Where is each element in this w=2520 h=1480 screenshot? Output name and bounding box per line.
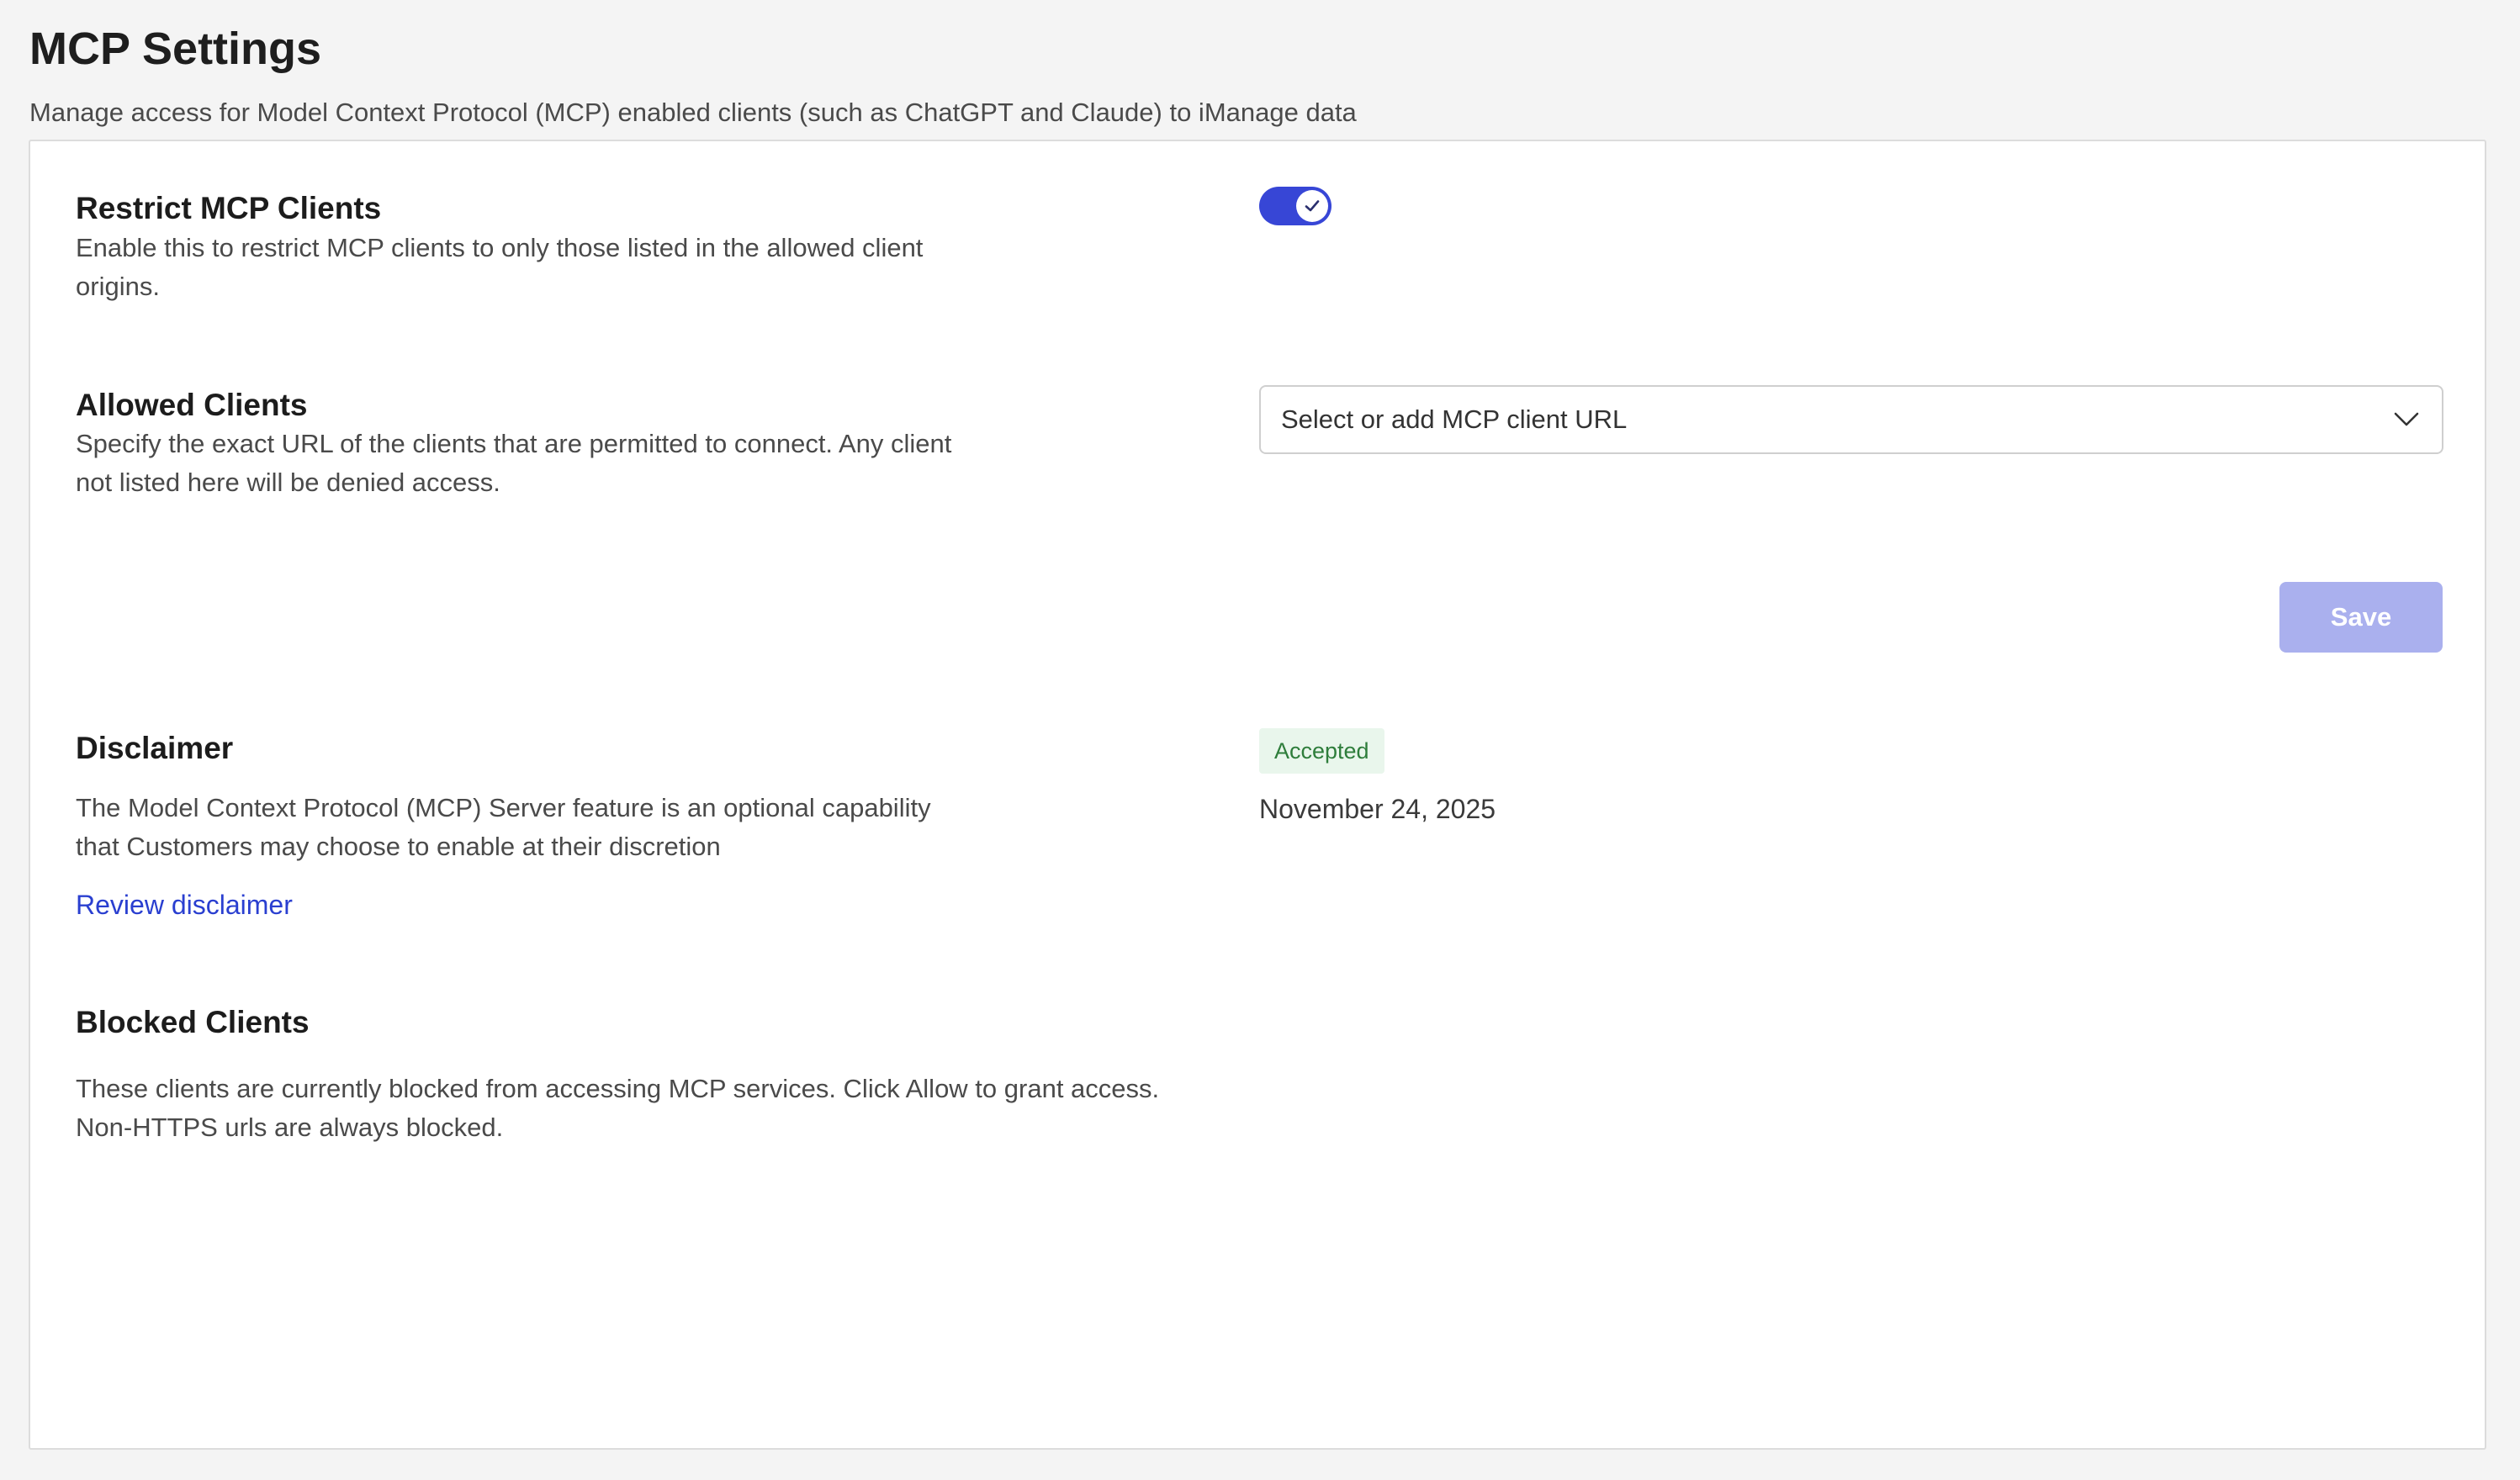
page-header: MCP Settings Manage access for Model Con…: [29, 18, 1357, 128]
restrict-title: Restrict MCP Clients: [76, 191, 382, 225]
blocked-description: These clients are currently blocked from…: [76, 1070, 1159, 1147]
allowed-description-line: not listed here will be denied access.: [76, 468, 500, 497]
blocked-title: Blocked Clients: [76, 1005, 310, 1039]
blocked-description-line: These clients are currently blocked from…: [76, 1074, 1160, 1103]
chevron-down-icon: [2390, 403, 2423, 436]
disclaimer-description-line: The Model Context Protocol (MCP) Server …: [76, 793, 931, 822]
disclaimer-description-line: that Customers may choose to enable at t…: [76, 832, 721, 861]
restrict-description-line: origins.: [76, 272, 160, 301]
review-disclaimer-link[interactable]: Review disclaimer: [76, 888, 293, 922]
select-placeholder: Select or add MCP client URL: [1281, 404, 1628, 434]
settings-card: Restrict MCP Clients Enable this to rest…: [29, 140, 2486, 1450]
accepted-date: November 24, 2025: [1259, 794, 1496, 824]
allowed-title: Allowed Clients: [76, 388, 308, 422]
restrict-toggle[interactable]: [1259, 187, 1331, 225]
save-button[interactable]: Save: [2279, 582, 2443, 653]
allowed-description-line: Specify the exact URL of the clients tha…: [76, 429, 952, 458]
page-subtitle: Manage access for Model Context Protocol…: [29, 98, 1357, 127]
checkmark-icon: [1305, 200, 1320, 212]
blocked-description-line: Non-HTTPS urls are always blocked.: [76, 1113, 504, 1142]
disclaimer-description: The Model Context Protocol (MCP) Server …: [76, 789, 931, 866]
page-title: MCP Settings: [29, 24, 322, 74]
restrict-description: Enable this to restrict MCP clients to o…: [76, 229, 923, 306]
disclaimer-title: Disclaimer: [76, 731, 234, 765]
status-badge: Accepted: [1259, 728, 1384, 774]
allowed-clients-select[interactable]: Select or add MCP client URL: [1259, 385, 2443, 454]
restrict-description-line: Enable this to restrict MCP clients to o…: [76, 233, 924, 262]
toggle-knob: [1296, 190, 1328, 222]
allowed-description: Specify the exact URL of the clients tha…: [76, 425, 951, 502]
